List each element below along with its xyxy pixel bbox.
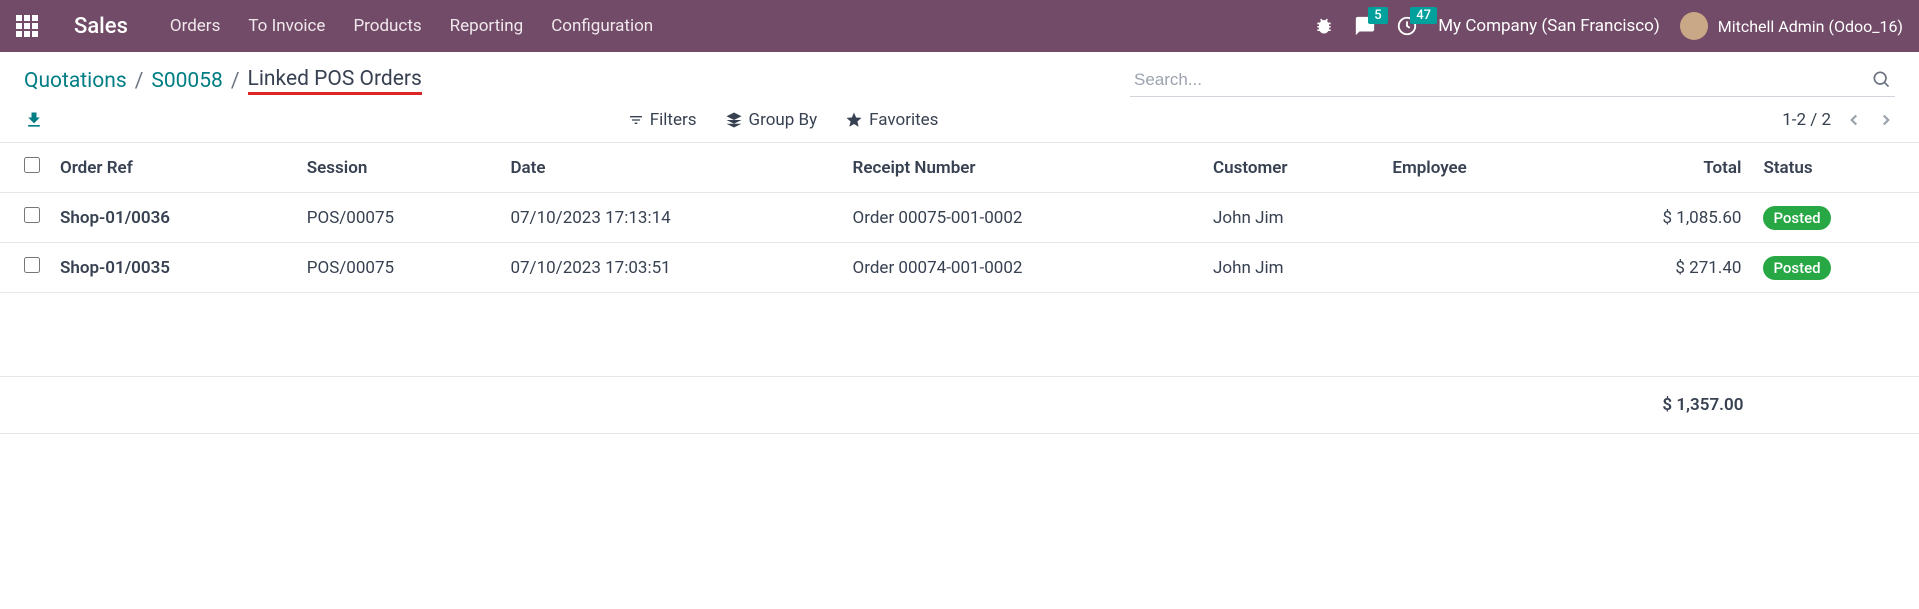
status-badge: Posted — [1763, 206, 1830, 230]
cp-top: Quotations / S00058 / Linked POS Orders — [24, 64, 1895, 97]
table-row[interactable]: Shop-01/0035 POS/00075 07/10/2023 17:03:… — [0, 243, 1919, 293]
activity-icon[interactable]: 47 — [1396, 15, 1418, 37]
favorites-button[interactable]: Favorites — [845, 110, 938, 130]
avatar — [1680, 12, 1708, 40]
breadcrumb-separator: / — [135, 69, 144, 93]
apps-icon[interactable] — [16, 15, 38, 37]
nav-configuration[interactable]: Configuration — [551, 16, 653, 36]
group-by-button[interactable]: Group By — [725, 110, 818, 130]
cell-session: POS/00075 — [297, 193, 501, 243]
table-header-row: Order Ref Session Date Receipt Number Cu… — [0, 143, 1919, 193]
th-date[interactable]: Date — [500, 143, 842, 193]
filters-label: Filters — [650, 110, 697, 130]
nav-left: Sales Orders To Invoice Products Reporti… — [16, 14, 653, 39]
search-icon[interactable] — [1871, 68, 1891, 89]
filter-group: Filters Group By Favorites — [628, 110, 939, 130]
cell-order-ref: Shop-01/0035 — [50, 243, 297, 293]
breadcrumb-quotations[interactable]: Quotations — [24, 69, 127, 93]
row-checkbox[interactable] — [24, 257, 40, 273]
pager: 1-2 / 2 — [1782, 110, 1895, 130]
select-all-checkbox[interactable] — [24, 157, 40, 173]
bug-icon[interactable] — [1314, 16, 1334, 37]
brand-label[interactable]: Sales — [74, 14, 128, 39]
footer-total: $ 1,357.00 — [1562, 377, 1754, 434]
cell-total: $ 271.40 — [1562, 243, 1754, 293]
pager-prev-icon[interactable] — [1845, 110, 1863, 130]
control-panel: Quotations / S00058 / Linked POS Orders … — [0, 52, 1919, 142]
nav-to-invoice[interactable]: To Invoice — [248, 16, 325, 36]
breadcrumb-record[interactable]: S00058 — [151, 69, 222, 93]
nav-right: 5 47 My Company (San Francisco) Mitchell… — [1314, 12, 1903, 40]
chat-badge: 5 — [1368, 7, 1387, 24]
status-badge: Posted — [1763, 256, 1830, 280]
th-total[interactable]: Total — [1562, 143, 1754, 193]
cell-employee — [1382, 243, 1561, 293]
th-employee[interactable]: Employee — [1382, 143, 1561, 193]
search-wrap — [1130, 64, 1895, 97]
table: Order Ref Session Date Receipt Number Cu… — [0, 142, 1919, 434]
filters-button[interactable]: Filters — [628, 110, 697, 130]
row-checkbox[interactable] — [24, 207, 40, 223]
user-menu[interactable]: Mitchell Admin (Odoo_16) — [1680, 12, 1903, 40]
cell-employee — [1382, 193, 1561, 243]
pager-next-icon[interactable] — [1877, 110, 1895, 130]
user-name: Mitchell Admin (Odoo_16) — [1718, 17, 1903, 36]
th-order-ref[interactable]: Order Ref — [50, 143, 297, 193]
breadcrumb-current: Linked POS Orders — [248, 67, 422, 95]
th-status[interactable]: Status — [1753, 143, 1919, 193]
breadcrumb: Quotations / S00058 / Linked POS Orders — [24, 67, 422, 95]
th-session[interactable]: Session — [297, 143, 501, 193]
navbar: Sales Orders To Invoice Products Reporti… — [0, 0, 1919, 52]
activity-badge: 47 — [1410, 7, 1437, 24]
th-receipt[interactable]: Receipt Number — [843, 143, 1203, 193]
breadcrumb-separator: / — [231, 69, 240, 93]
cell-customer: John Jim — [1203, 193, 1382, 243]
spacer-row — [0, 293, 1919, 377]
cell-total: $ 1,085.60 — [1562, 193, 1754, 243]
th-customer[interactable]: Customer — [1203, 143, 1382, 193]
company-selector[interactable]: My Company (San Francisco) — [1438, 16, 1660, 36]
cell-session: POS/00075 — [297, 243, 501, 293]
export-icon[interactable] — [24, 109, 44, 130]
chat-icon[interactable]: 5 — [1354, 15, 1376, 37]
group-by-label: Group By — [749, 110, 818, 130]
search-input[interactable] — [1130, 64, 1895, 96]
nav-products[interactable]: Products — [353, 16, 421, 36]
table-row[interactable]: Shop-01/0036 POS/00075 07/10/2023 17:13:… — [0, 193, 1919, 243]
nav-reporting[interactable]: Reporting — [450, 16, 524, 36]
cell-date: 07/10/2023 17:03:51 — [500, 243, 842, 293]
cell-customer: John Jim — [1203, 243, 1382, 293]
footer-row: $ 1,357.00 — [0, 377, 1919, 434]
favorites-label: Favorites — [869, 110, 938, 130]
cell-receipt: Order 00075-001-0002 — [843, 193, 1203, 243]
cell-receipt: Order 00074-001-0002 — [843, 243, 1203, 293]
cell-order-ref: Shop-01/0036 — [50, 193, 297, 243]
cp-bottom: Filters Group By Favorites 1-2 / 2 — [24, 109, 1895, 142]
nav-orders[interactable]: Orders — [170, 16, 220, 36]
pager-text: 1-2 / 2 — [1782, 110, 1831, 130]
cell-date: 07/10/2023 17:13:14 — [500, 193, 842, 243]
